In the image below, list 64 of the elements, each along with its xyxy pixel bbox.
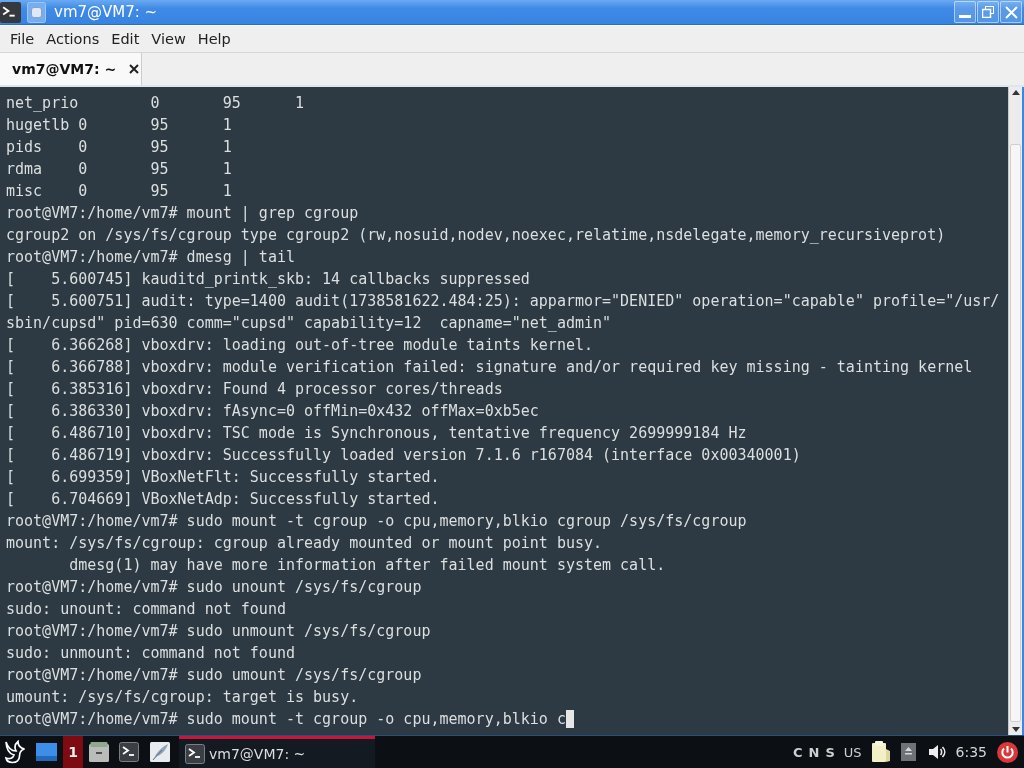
lock-indicator: C — [792, 744, 803, 760]
keyboard-layout-button[interactable]: US — [843, 744, 862, 760]
terminal-line: dmesg(1) may have more information after failed mount system call. — [68, 555, 666, 576]
workspace-button[interactable]: 1 — [63, 736, 83, 768]
task-button[interactable]: vm7@VM7: ~ — [179, 736, 375, 768]
terminal-line: sbin/cupsd" pid=630 comm="cupsd" capability=12 capname="net_admin" — [6, 313, 612, 334]
clock[interactable]: 6:35 — [955, 744, 987, 760]
terminal-line: [ 6.385316] vboxdrv: Found 4 processor cores/threads — [6, 379, 503, 400]
terminal-line: sudo: unmount: command not found — [6, 643, 295, 664]
lock-indicator: S — [825, 744, 835, 760]
terminal-line: net_prio 0 95 1 — [6, 93, 304, 114]
close-icon — [128, 63, 141, 75]
terminal-line: [ 6.366788] vboxdrv: module verification failed: signature and/or required key missing - tainting kernel — [6, 357, 973, 378]
power-icon[interactable] — [997, 741, 1018, 763]
terminal-line: [ 5.600745] kauditd_printk_skb: 14 callbacks suppressed — [6, 269, 530, 290]
tab-close-button[interactable] — [128, 63, 141, 75]
terminal-line: [ 5.600751] audit: type=1400 audit(1738581622.484:25): apparmor="DENIED" operation="capable" profile="/usr/ — [6, 291, 1000, 312]
window-title: vm7@VM7: ~ — [54, 3, 158, 21]
tab-label: vm7@VM7: ~ — [12, 61, 117, 77]
terminal-line: [ 6.366268] vboxdrv: loading out-of-tree module taints kernel. — [6, 335, 593, 356]
terminal-line: [ 6.386330] vboxdrv: fAsync=0 offMin=0x432 offMax=0xb5ec — [6, 401, 539, 422]
terminal-line: umount: /sys/fs/cgroup: target is busy. — [6, 687, 359, 708]
menu-item[interactable]: Help — [191, 29, 237, 49]
lock-indicator: N — [808, 744, 820, 760]
terminal-line: [ 6.699359] VBoxNetFlt: Successfully started. — [6, 467, 440, 488]
close-icon — [1004, 5, 1018, 19]
terminal-line: cgroup2 on /sys/fs/cgroup type cgroup2 (rw,nosuid,nodev,noexec,relatime,nsdelegate,memory_recursiveprot) — [6, 225, 946, 246]
minimize-icon — [959, 15, 971, 18]
terminal-line: [ 6.704669] VBoxNetAdp: Successfully started. — [6, 489, 440, 510]
scrollbar[interactable] — [1008, 87, 1022, 735]
terminal-line: [ 6.486719] vboxdrv: Successfully loaded version 7.1.6 r167084 (interface 0x00340001) — [6, 445, 801, 466]
terminal-line: mount: /sys/fs/cgroup: cgroup already mounted or mount point busy. — [6, 533, 603, 554]
menu-item[interactable]: Edit — [105, 29, 146, 49]
file-cabinet-icon[interactable] — [89, 742, 109, 762]
terminal-line: root@VM7:/home/vm7# sudo mount -t cgroup -o cpu,memory,blkio c — [6, 709, 566, 730]
terminal-line: root@VM7:/home/vm7# sudo mount -t cgroup -o cpu,memory,blkio cgroup /sys/fs/cgroup — [6, 511, 747, 532]
terminal-line: root@VM7:/home/vm7# sudo umount /sys/fs/cgroup — [6, 665, 422, 686]
close-button[interactable] — [1000, 1, 1022, 23]
terminal-line: [ 6.486710] vboxdrv: TSC mode is Synchronous, tentative frequency 2699999184 Hz — [6, 423, 747, 444]
terminal-line: rdma 0 95 1 — [6, 159, 232, 180]
clipboard-icon[interactable] — [870, 741, 891, 763]
volume-icon[interactable] — [927, 744, 946, 760]
terminal-tab[interactable]: vm7@VM7: ~ — [0, 53, 142, 85]
terminal-line: root@VM7:/home/vm7# dmesg | tail — [6, 247, 295, 268]
feather-icon[interactable] — [150, 742, 170, 762]
scrollbar-thumb[interactable] — [1010, 143, 1021, 722]
terminal-line: pids 0 95 1 — [6, 137, 232, 158]
menu-item[interactable]: Actions — [40, 29, 106, 49]
menu-item[interactable]: View — [145, 29, 192, 49]
terminal-line: sudo: unount: command not found — [6, 599, 286, 620]
terminal-line: root@VM7:/home/vm7# mount | grep cgroup — [6, 203, 359, 224]
terminal-line: misc 0 95 1 — [6, 181, 232, 202]
terminal-line: root@VM7:/home/vm7# sudo unount /sys/fs/cgroup — [6, 577, 422, 598]
terminal-icon — [0, 1, 21, 23]
terminal-icon — [185, 743, 205, 764]
terminal-line: root@VM7:/home/vm7# sudo unmount /sys/fs/cgroup — [6, 621, 431, 642]
restore-button[interactable] — [977, 1, 999, 23]
bird-logo-icon[interactable] — [4, 740, 26, 764]
terminal-line: hugetlb 0 95 1 — [6, 115, 232, 136]
eject-icon[interactable] — [900, 743, 916, 761]
menu-item[interactable]: File — [4, 29, 41, 49]
minimize-button[interactable] — [954, 1, 976, 23]
terminal-icon[interactable] — [119, 742, 139, 762]
restore-icon — [982, 6, 994, 18]
